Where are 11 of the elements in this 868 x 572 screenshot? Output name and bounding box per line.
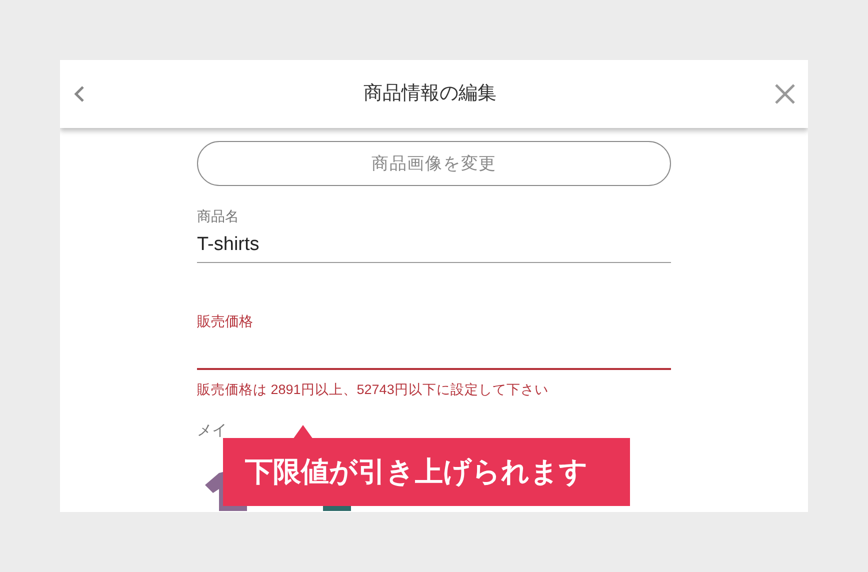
dialog-title: 商品情報の編集 bbox=[364, 82, 496, 106]
error-message: 販売価格は 2891円以上、52743円以下に設定して下さい bbox=[197, 381, 550, 399]
field-label: 商品名 bbox=[197, 207, 240, 226]
back-icon[interactable] bbox=[72, 85, 86, 103]
color-label: メイ bbox=[197, 421, 227, 442]
tooltip-text: 下限値が引き上げられます bbox=[245, 455, 588, 489]
field-label: 販売価格 bbox=[197, 312, 254, 331]
field-value: T-shirts bbox=[197, 233, 260, 258]
text-field[interactable]: T-shirts bbox=[197, 229, 671, 263]
change-image-button[interactable]: 商品画像を変更 bbox=[197, 141, 671, 186]
close-icon[interactable] bbox=[774, 83, 796, 105]
